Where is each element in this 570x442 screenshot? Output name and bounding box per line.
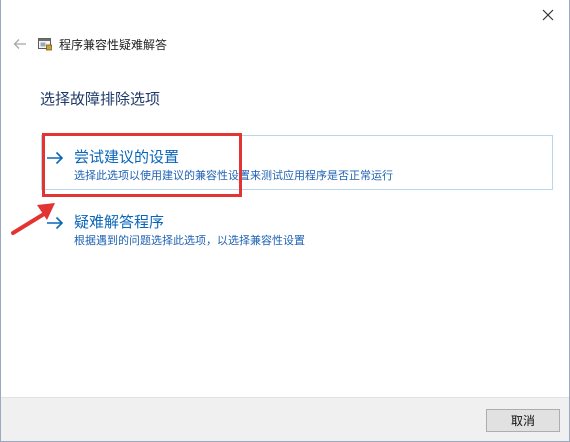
close-icon [542,9,554,21]
cancel-button[interactable]: 取消 [486,409,560,432]
option-title: 尝试建议的设置 [74,148,180,166]
option-try-recommended-settings[interactable]: 尝试建议的设置 选择此选项以使用建议的兼容性设置来测试应用程序是否正常运行 [41,135,553,190]
page-title: 选择故障排除选项 [40,90,161,108]
arrow-right-icon [46,213,68,233]
back-button[interactable] [9,33,31,55]
window-title: 程序兼容性疑难解答 [59,37,168,52]
option-description: 选择此选项以使用建议的兼容性设置来测试应用程序是否正常运行 [74,169,393,182]
arrow-right-icon [46,148,68,168]
option-title: 疑难解答程序 [74,213,165,231]
troubleshooter-icon [37,36,53,52]
title-bar: 程序兼容性疑难解答 [9,31,167,57]
troubleshooter-window: 程序兼容性疑难解答 选择故障排除选项 尝试建议的设置 选择此选项以使用建议的兼容… [0,0,570,442]
option-description: 根据遇到的问题选择此选项，以选择兼容性设置 [74,234,305,247]
back-arrow-icon [13,39,26,49]
option-troubleshoot-program[interactable]: 疑难解答程序 根据遇到的问题选择此选项，以选择兼容性设置 [41,202,553,252]
close-button[interactable] [531,4,565,26]
footer-bar: 取消 [1,397,569,441]
